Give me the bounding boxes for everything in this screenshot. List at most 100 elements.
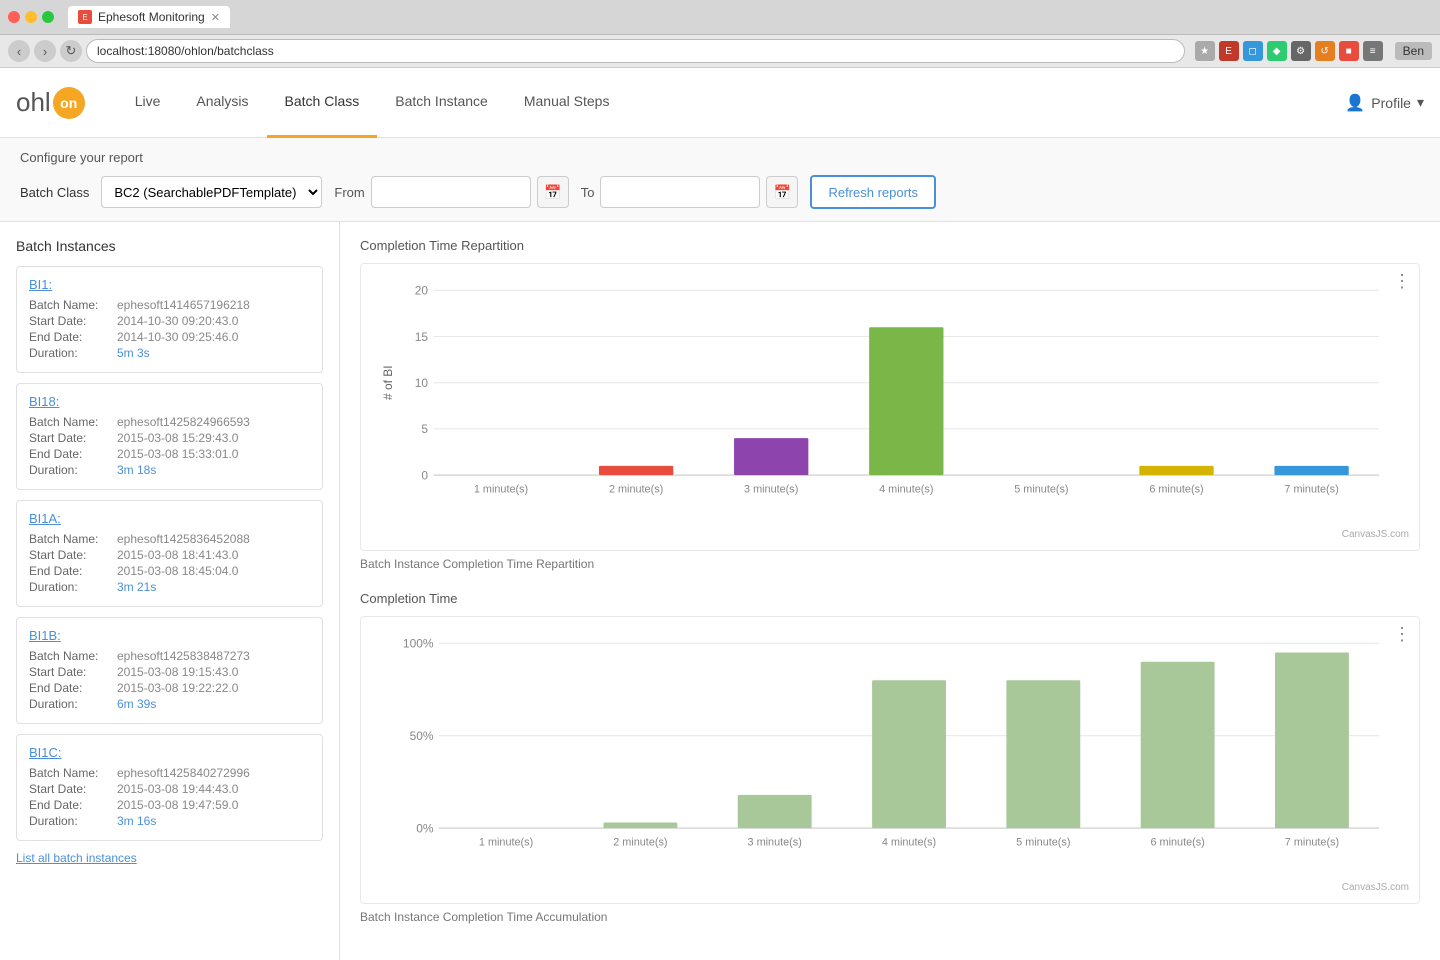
svg-text:20: 20 — [415, 284, 429, 298]
from-label: From — [334, 185, 364, 200]
end-date-label: End Date: — [29, 798, 109, 812]
to-date-group: To 📅 — [581, 176, 799, 208]
svg-text:4 minute(s): 4 minute(s) — [882, 836, 936, 848]
batch-name-value: ephesoft1425840272996 — [117, 766, 250, 780]
url-text: localhost:18080/ohlon/batchclass — [97, 44, 274, 58]
svg-text:3 minute(s): 3 minute(s) — [744, 483, 798, 495]
to-calendar-icon[interactable]: 📅 — [766, 176, 798, 208]
batch-name-label: Batch Name: — [29, 649, 109, 663]
start-date-label: Start Date: — [29, 782, 109, 796]
batch-name-label: Batch Name: — [29, 298, 109, 312]
ext1-icon[interactable]: E — [1219, 41, 1239, 61]
chart2-section: Completion Time ⋮ 0%50%100%1 minute(s)2 … — [360, 591, 1420, 924]
refresh-reports-button[interactable]: Refresh reports — [810, 175, 936, 209]
list-all-link[interactable]: List all batch instances — [16, 851, 323, 865]
browser-chrome: E Ephesoft Monitoring ✕ ‹ › ↻ localhost:… — [0, 0, 1440, 68]
svg-text:3 minute(s): 3 minute(s) — [748, 836, 802, 848]
nav-item-batch-instance[interactable]: Batch Instance — [377, 68, 506, 138]
svg-text:6 minute(s): 6 minute(s) — [1150, 836, 1204, 848]
minimize-dot[interactable] — [25, 11, 37, 23]
ext2-icon[interactable]: ◻ — [1243, 41, 1263, 61]
svg-text:15: 15 — [415, 330, 429, 344]
svg-text:0: 0 — [421, 468, 428, 482]
batch-name-value: ephesoft1425838487273 — [117, 649, 250, 663]
svg-text:50%: 50% — [410, 729, 434, 743]
start-date-label: Start Date: — [29, 548, 109, 562]
nav-item-batch-class[interactable]: Batch Class — [267, 68, 378, 138]
batch-item-id[interactable]: BI1C: — [29, 745, 310, 760]
menu-icon[interactable]: ≡ — [1363, 41, 1383, 61]
forward-button[interactable]: › — [34, 40, 56, 62]
from-calendar-icon[interactable]: 📅 — [537, 176, 569, 208]
nav-item-live[interactable]: Live — [117, 68, 179, 138]
ext6-icon[interactable]: ■ — [1339, 41, 1359, 61]
batch-item-id[interactable]: BI1: — [29, 277, 310, 292]
ext4-icon[interactable]: ⚙ — [1291, 41, 1311, 61]
chart1-container: ⋮ 05101520# of BI1 minute(s)2 minute(s)3… — [360, 263, 1420, 551]
browser-toolbar: E Ephesoft Monitoring ✕ — [0, 0, 1440, 35]
to-label: To — [581, 185, 595, 200]
maximize-dot[interactable] — [42, 11, 54, 23]
batch-item: BI1: Batch Name: ephesoft1414657196218 S… — [16, 266, 323, 373]
left-panel: Batch Instances BI1: Batch Name: ephesof… — [0, 222, 340, 960]
batch-class-select[interactable]: BC2 (SearchablePDFTemplate) — [101, 176, 322, 208]
end-date-value: 2015-03-08 19:22:22.0 — [117, 681, 238, 695]
chart2-title: Completion Time — [360, 591, 1420, 606]
profile-menu[interactable]: 👤 Profile ▾ — [1345, 93, 1424, 113]
batch-item: BI18: Batch Name: ephesoft1425824966593 … — [16, 383, 323, 490]
nav-item-manual-steps[interactable]: Manual Steps — [506, 68, 628, 138]
end-date-value: 2015-03-08 15:33:01.0 — [117, 447, 238, 461]
batch-instances-title: Batch Instances — [16, 238, 323, 254]
start-date-value: 2014-10-30 09:20:43.0 — [117, 314, 238, 328]
browser-dots — [8, 11, 54, 23]
tab-title: Ephesoft Monitoring — [98, 10, 205, 24]
back-button[interactable]: ‹ — [8, 40, 30, 62]
end-date-value: 2015-03-08 19:47:59.0 — [117, 798, 238, 812]
start-date-label: Start Date: — [29, 665, 109, 679]
ext3-icon[interactable]: ◆ — [1267, 41, 1287, 61]
close-dot[interactable] — [8, 11, 20, 23]
svg-text:7 minute(s): 7 minute(s) — [1284, 483, 1338, 495]
svg-text:7 minute(s): 7 minute(s) — [1285, 836, 1339, 848]
duration-value: 5m 3s — [117, 346, 150, 360]
duration-value: 6m 39s — [117, 697, 156, 711]
from-date-input[interactable] — [371, 176, 531, 208]
svg-text:1 minute(s): 1 minute(s) — [479, 836, 533, 848]
chart1-subtitle: Batch Instance Completion Time Repartiti… — [360, 557, 1420, 571]
star-icon[interactable]: ★ — [1195, 41, 1215, 61]
reload-button[interactable]: ↻ — [60, 40, 82, 62]
batch-class-label: Batch Class — [20, 185, 89, 200]
chart2-menu-icon[interactable]: ⋮ — [1393, 625, 1411, 643]
to-date-input[interactable] — [600, 176, 760, 208]
duration-value: 3m 18s — [117, 463, 156, 477]
logo-ohl-text: ohl — [16, 87, 51, 118]
svg-text:# of BI: # of BI — [381, 365, 395, 400]
chart2-subtitle: Batch Instance Completion Time Accumulat… — [360, 910, 1420, 924]
batch-item: BI1C: Batch Name: ephesoft1425840272996 … — [16, 734, 323, 841]
chart1-menu-icon[interactable]: ⋮ — [1393, 272, 1411, 290]
nav-item-analysis[interactable]: Analysis — [178, 68, 266, 138]
end-date-label: End Date: — [29, 330, 109, 344]
batch-item-id[interactable]: BI18: — [29, 394, 310, 409]
batch-name-value: ephesoft1425836452088 — [117, 532, 250, 546]
app-logo: ohlon — [16, 87, 87, 119]
svg-text:5 minute(s): 5 minute(s) — [1014, 483, 1068, 495]
tab-close-icon[interactable]: ✕ — [211, 11, 220, 24]
main-content: Batch Instances BI1: Batch Name: ephesof… — [0, 222, 1440, 960]
batch-item-id[interactable]: BI1A: — [29, 511, 310, 526]
svg-text:100%: 100% — [403, 637, 434, 651]
batch-items-list: BI1: Batch Name: ephesoft1414657196218 S… — [16, 266, 323, 841]
batch-name-label: Batch Name: — [29, 532, 109, 546]
address-bar[interactable]: localhost:18080/ohlon/batchclass — [86, 39, 1185, 63]
end-date-label: End Date: — [29, 564, 109, 578]
duration-label: Duration: — [29, 463, 109, 477]
end-date-label: End Date: — [29, 681, 109, 695]
config-title: Configure your report — [20, 150, 1420, 165]
browser-tab[interactable]: E Ephesoft Monitoring ✕ — [68, 6, 230, 28]
duration-label: Duration: — [29, 580, 109, 594]
batch-item: BI1B: Batch Name: ephesoft1425838487273 … — [16, 617, 323, 724]
ext5-icon[interactable]: ↺ — [1315, 41, 1335, 61]
browser-nav: ‹ › ↻ localhost:18080/ohlon/batchclass ★… — [0, 35, 1440, 68]
svg-text:2 minute(s): 2 minute(s) — [609, 483, 663, 495]
batch-item-id[interactable]: BI1B: — [29, 628, 310, 643]
